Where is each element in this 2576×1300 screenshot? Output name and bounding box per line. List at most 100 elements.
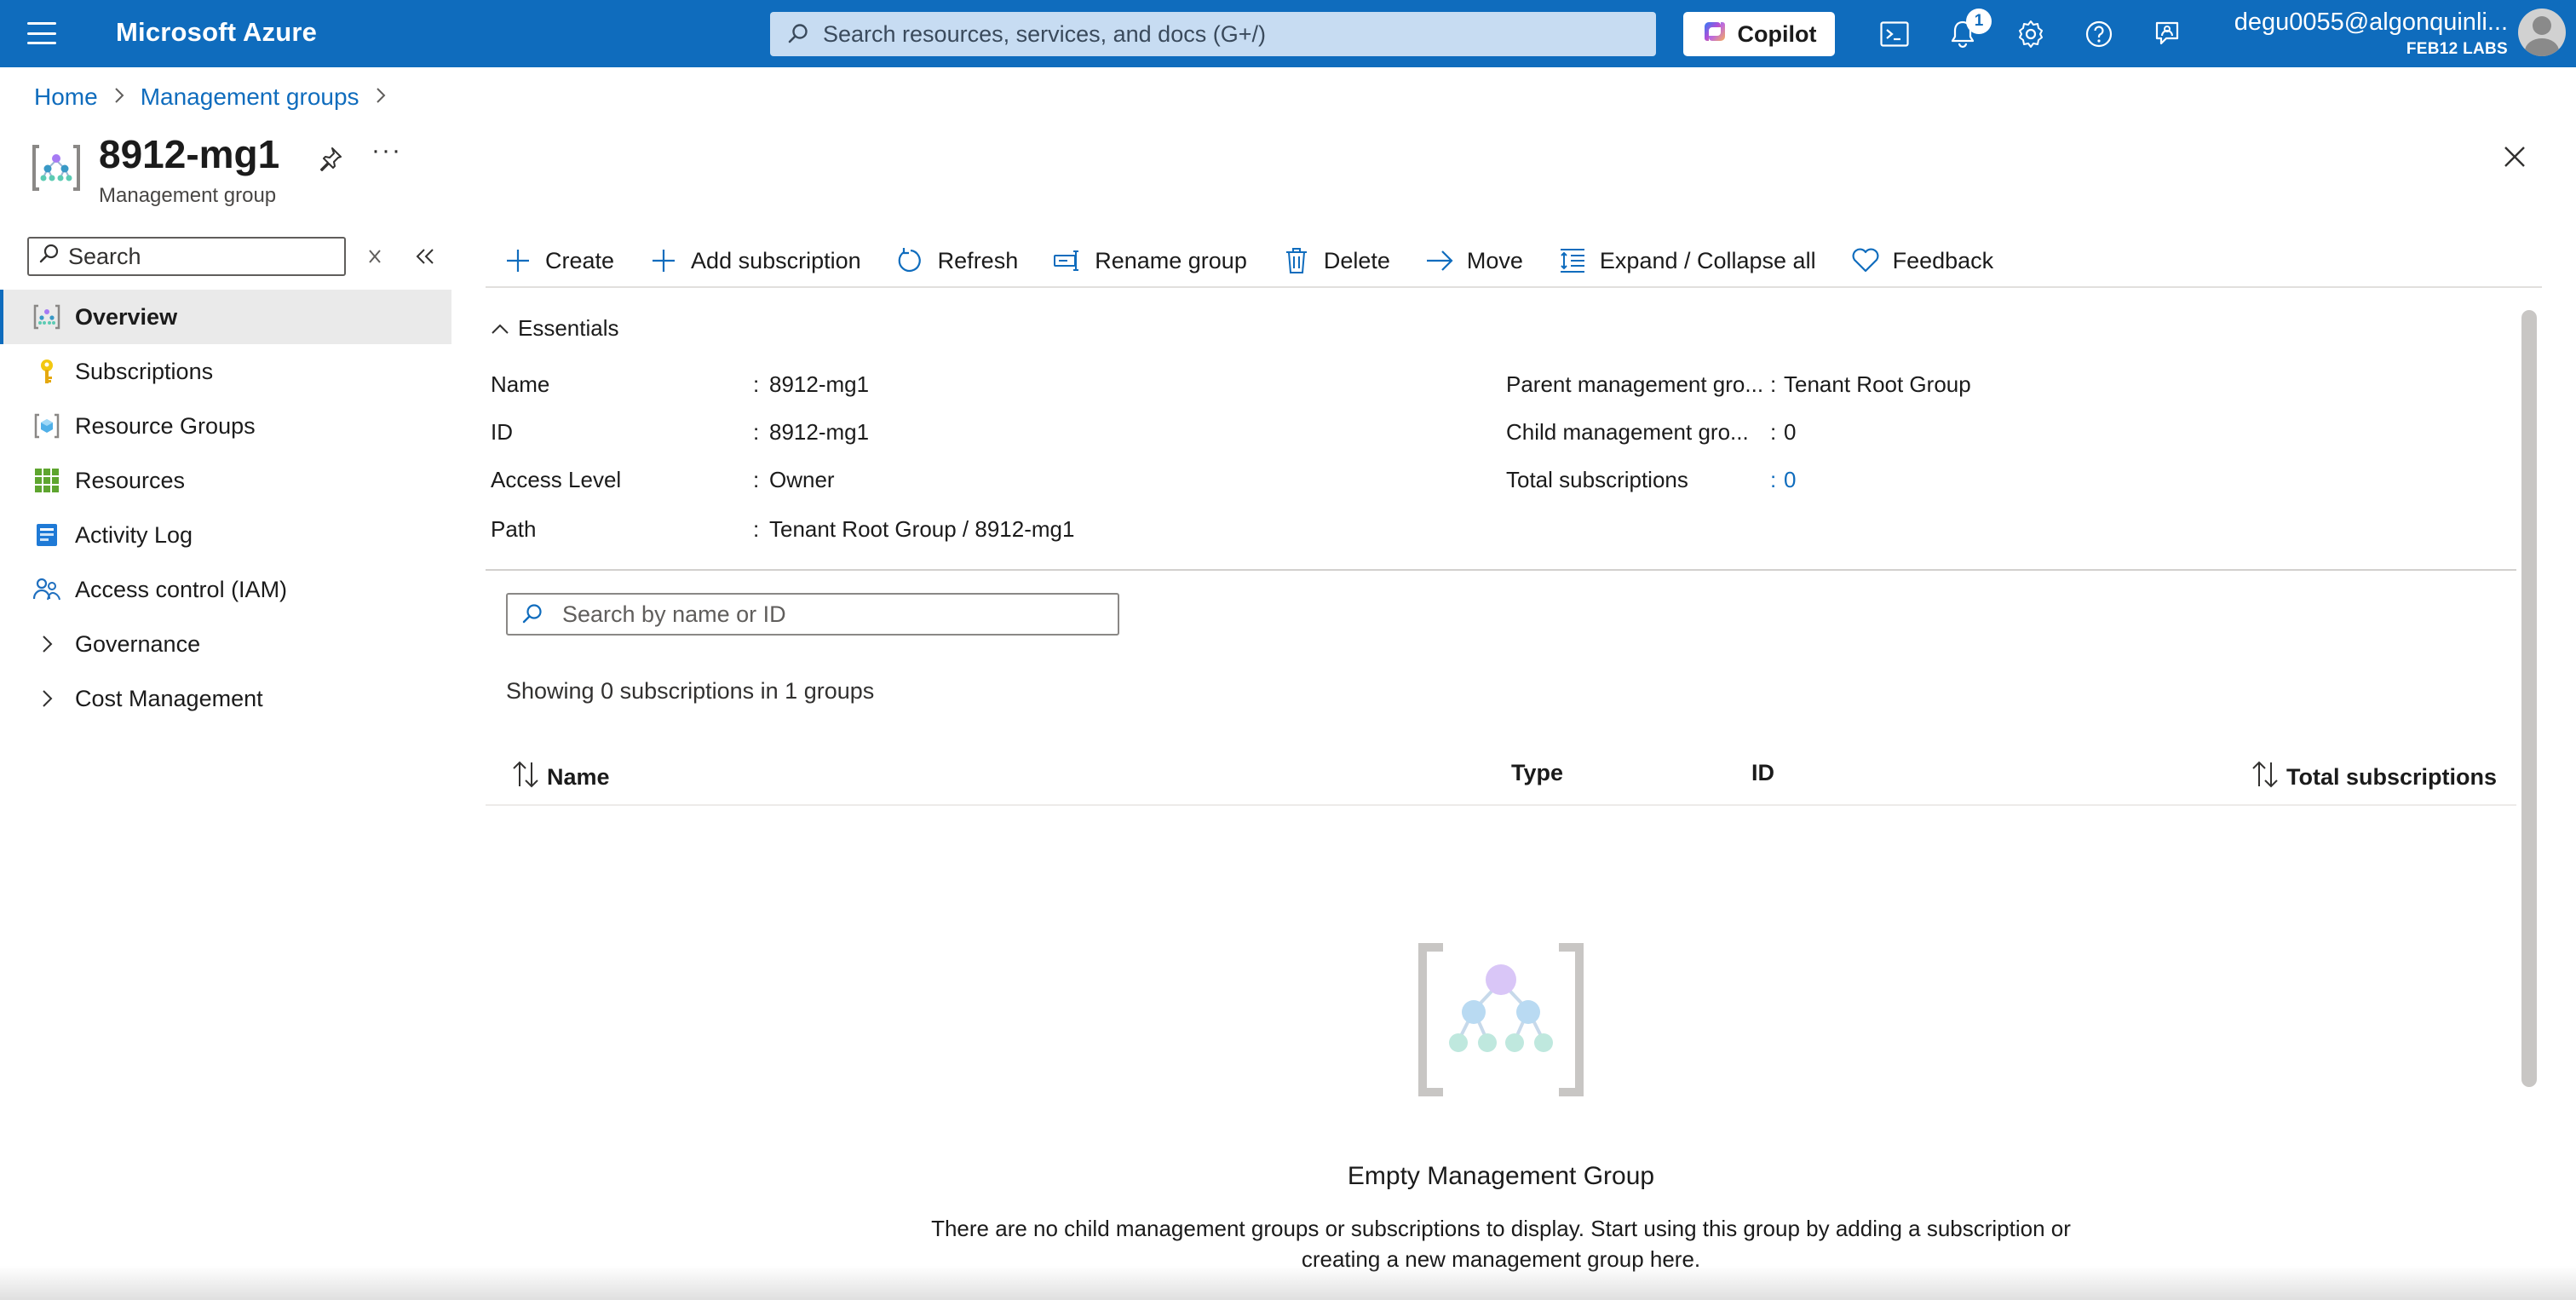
more-options-button[interactable]: ··· [371,136,402,165]
column-header-type: Type [1511,760,1563,786]
key-icon [32,357,61,386]
create-button[interactable]: Create [503,239,614,282]
essentials-label-path: Path [491,516,537,542]
feedback-button[interactable]: Feedback [1850,239,1994,282]
nav-item-resource-groups[interactable]: Resource Groups [0,399,451,453]
arrow-right-icon [1424,245,1455,276]
essentials-value-name: 8912-mg1 [769,371,870,397]
nav-item-label: Activity Log [75,521,193,548]
nav-item-subscriptions[interactable]: Subscriptions [0,344,451,399]
chevron-right-icon [32,630,61,659]
essentials-parent-row: Parent management gro... : Tenant Root G… [1506,371,2443,406]
trash-icon [1281,245,1312,276]
column-header-total-label: Total subscriptions [2286,764,2498,790]
nav-item-activity-log[interactable]: Activity Log [0,508,451,562]
breadcrumb-management-groups[interactable]: Management groups [141,83,359,111]
bell-icon[interactable]: 1 [1944,9,1992,53]
nav-item-label: Resource Groups [75,412,256,439]
essentials-label-total: Total subscriptions [1506,467,1688,492]
expand-collapse-label: Expand / Collapse all [1599,247,1816,273]
expand-collapse-button[interactable]: Expand / Collapse all [1557,239,1816,282]
add-subscription-label: Add subscription [691,247,861,273]
feedback-icon[interactable] [2148,15,2186,53]
essentials-label-parent: Parent management gro... [1506,371,1764,397]
command-bar: Create Add subscription Refresh Rename g… [486,235,2542,288]
plus-icon [648,245,679,276]
search-icon [787,23,809,45]
nav-item-access-control[interactable]: Access control (IAM) [0,562,451,617]
global-search-input[interactable]: Search resources, services, and docs (G+… [770,12,1656,56]
global-search-placeholder: Search resources, services, and docs (G+… [823,20,1266,47]
nav-item-label: Governance [75,630,201,657]
close-icon[interactable] [2498,140,2532,174]
content-scrollbar[interactable] [2521,310,2537,1087]
essentials-label-name: Name [491,371,550,397]
clear-filter-icon[interactable] [363,244,388,269]
account-email: degu0055@algonquinli... [2234,9,2508,36]
column-header-total-subscriptions[interactable]: Total subscriptions [2251,760,2497,795]
copilot-button[interactable]: Copilot [1683,12,1835,56]
search-icon [521,603,543,625]
essentials-path-row: Path : Tenant Root Group / 8912-mg1 [491,516,1428,550]
sort-icon [2251,760,2281,795]
grid-icon [32,466,61,495]
pin-icon[interactable] [313,141,348,175]
essentials-access-row: Access Level : Owner [491,467,1428,501]
account-menu[interactable]: degu0055@algonquinli... FEB12 LABS [2234,9,2508,59]
table-header: Name Type ID Total subscriptions [486,746,2516,806]
essentials-colon: : [1770,419,1777,445]
column-header-name-label: Name [547,764,610,790]
nav-item-cost-management[interactable]: Cost Management [0,671,451,726]
nav-item-overview[interactable]: Overview [0,290,451,344]
chevron-up-icon [491,315,509,342]
bottom-shadow [0,1266,2576,1300]
brand-title[interactable]: Microsoft Azure [116,17,317,48]
essentials-value-total-link[interactable]: 0 [1784,467,1796,493]
cloud-shell-icon[interactable] [1876,15,1913,53]
essentials-name-row: Name : 8912-mg1 [491,371,1428,406]
nav-item-label: Subscriptions [75,358,214,384]
menu-icon[interactable] [27,22,56,44]
rename-group-button[interactable]: Rename group [1052,239,1247,282]
column-header-name[interactable]: Name [511,760,610,795]
essentials-colon: : [753,516,760,542]
chevron-right-icon [375,84,387,111]
settings-icon[interactable] [2012,15,2050,53]
heart-icon [1850,245,1881,276]
nav-search-input[interactable]: Search [27,237,346,276]
move-button[interactable]: Move [1424,239,1523,282]
essentials-label: Essentials [518,315,619,341]
breadcrumb-home[interactable]: Home [34,83,98,111]
essentials-toggle[interactable]: Essentials [491,315,619,342]
refresh-button[interactable]: Refresh [895,239,1019,282]
nav-item-label: Overview [75,303,178,330]
feedback-label: Feedback [1892,247,1994,273]
showing-count-text: Showing 0 subscriptions in 1 groups [506,678,875,704]
chevron-right-icon [32,684,61,713]
delete-button[interactable]: Delete [1281,239,1390,282]
essentials-id-row: ID : 8912-mg1 [491,419,1428,453]
breadcrumb: Home Management groups [34,83,387,111]
avatar[interactable] [2518,9,2566,56]
sort-icon [511,760,542,795]
essentials-child-row: Child management gro... : 0 [1506,419,2443,453]
essentials-value-child: 0 [1784,419,1797,445]
nav-item-label: Cost Management [75,685,263,711]
subscription-search-input[interactable]: Search by name or ID [506,593,1119,636]
resource-group-icon [32,411,61,440]
rename-icon [1052,245,1083,276]
nav-item-governance[interactable]: Governance [0,617,451,671]
refresh-label: Refresh [937,247,1019,273]
refresh-icon [895,245,926,276]
add-subscription-button[interactable]: Add subscription [648,239,861,282]
help-icon[interactable] [2080,15,2118,53]
nav-item-resources[interactable]: Resources [0,453,451,508]
plus-icon [503,245,533,276]
essentials-label-id: ID [491,419,513,445]
management-group-icon [32,302,61,331]
expand-collapse-icon [1557,245,1588,276]
essentials-colon: : [1770,467,1777,492]
chevron-right-icon [113,84,125,111]
essentials-label-access: Access Level [491,467,622,492]
collapse-nav-icon[interactable] [412,244,438,269]
